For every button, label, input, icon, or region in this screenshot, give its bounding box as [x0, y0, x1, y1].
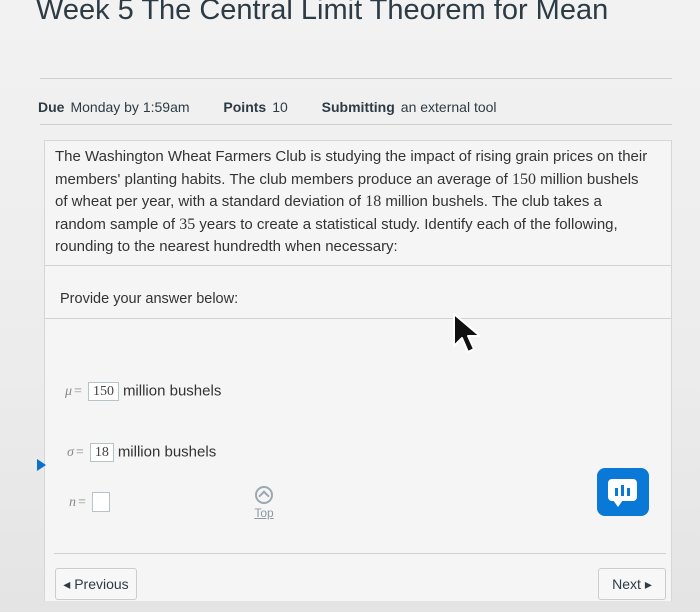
- assignment-meta: Due Monday by 1:59am Points 10 Submitting a…: [38, 99, 527, 115]
- page-title: Week 5 The Central Limit Theorem for Mea…: [36, 0, 609, 26]
- submitting-label: Submitting: [321, 99, 395, 115]
- top-link-label: Top: [254, 506, 274, 520]
- cursor-arrow-icon: [453, 313, 481, 353]
- answer-row-sigma: σ = 18 million bushels: [67, 443, 217, 462]
- top-link[interactable]: Top: [251, 486, 277, 520]
- mu-symbol: μ: [65, 384, 73, 400]
- chat-button[interactable]: [597, 468, 649, 516]
- mu-unit: million bushels: [122, 382, 222, 400]
- footer-divider: [54, 553, 666, 554]
- sigma-symbol: σ: [67, 445, 74, 461]
- points-label: Points: [223, 99, 267, 115]
- previous-button[interactable]: ◂ Previous: [55, 568, 137, 600]
- mu-input[interactable]: 150: [87, 382, 119, 401]
- title-divider: [40, 78, 672, 79]
- question-divider: [45, 265, 671, 266]
- play-marker-icon: [37, 459, 46, 471]
- question-card: The Washington Wheat Farmers Club is stu…: [44, 140, 672, 601]
- next-button[interactable]: Next ▸: [598, 568, 666, 600]
- provide-divider: [45, 318, 671, 319]
- sigma-unit: million bushels: [117, 443, 217, 461]
- sigma-input[interactable]: 18: [89, 443, 114, 462]
- meta-divider: [40, 124, 672, 125]
- n-input[interactable]: [91, 492, 110, 512]
- provide-label: Provide your answer below:: [60, 291, 239, 307]
- points-value: 10: [272, 99, 288, 115]
- n-symbol: n: [69, 494, 76, 510]
- answer-row-n: n =: [69, 492, 114, 512]
- submitting-value: an external tool: [400, 99, 497, 115]
- chat-icon: [608, 479, 637, 507]
- answer-row-mu: μ = 150 million bushels: [65, 382, 222, 401]
- screen: Week 5 The Central Limit Theorem for Mea…: [0, 0, 700, 612]
- due-label: Due: [38, 99, 65, 115]
- chevron-up-icon: [255, 486, 273, 504]
- due-value: Monday by 1:59am: [70, 99, 190, 115]
- question-text: The Washington Wheat Farmers Club is stu…: [55, 148, 648, 255]
